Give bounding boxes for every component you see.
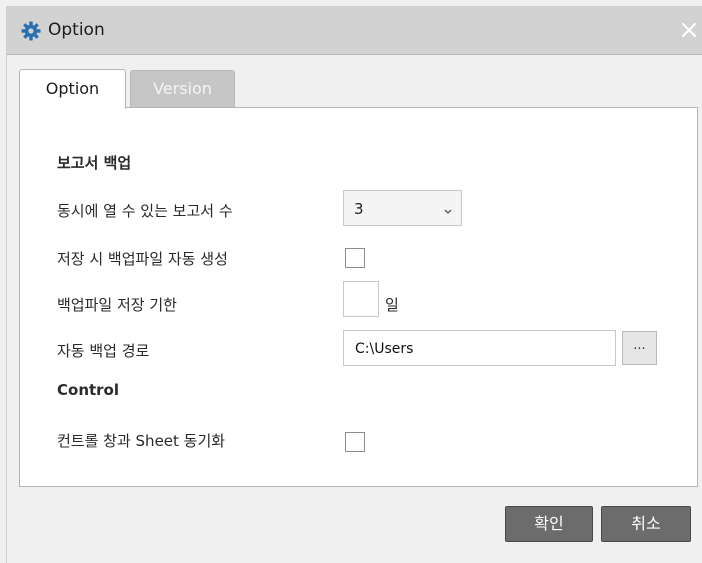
concurrent-reports-select[interactable]: 3 (343, 190, 462, 226)
backup-path-input[interactable]: C:\Users (343, 330, 616, 366)
control-section-title: Control (57, 381, 120, 399)
concurrent-reports-label: 동시에 열 수 있는 보고서 수 (57, 202, 233, 220)
chevron-down-icon (443, 201, 453, 220)
backup-path-value: C:\Users (355, 341, 414, 357)
auto-backup-label: 저장 시 백업파일 자동 생성 (57, 250, 228, 268)
title-bar: Option (7, 6, 702, 55)
ok-button[interactable]: 확인 (505, 506, 593, 542)
sync-label: 컨트롤 창과 Sheet 동기화 (57, 432, 226, 450)
tab-option[interactable]: Option (19, 69, 126, 109)
backup-section-title: 보고서 백업 (57, 154, 132, 172)
backup-path-label: 자동 백업 경로 (57, 342, 150, 360)
tab-version[interactable]: Version (130, 70, 235, 107)
window-title: Option (48, 20, 105, 40)
retention-days-input[interactable] (343, 281, 379, 317)
sync-checkbox[interactable] (345, 432, 365, 452)
auto-backup-checkbox[interactable] (345, 248, 365, 268)
concurrent-reports-value: 3 (354, 200, 364, 218)
browse-button[interactable]: ... (622, 331, 657, 365)
retention-label: 백업파일 저장 기한 (57, 296, 177, 314)
gear-icon (21, 21, 41, 41)
retention-unit: 일 (385, 296, 399, 314)
cancel-button[interactable]: 취소 (601, 506, 691, 542)
close-icon[interactable] (677, 16, 702, 44)
